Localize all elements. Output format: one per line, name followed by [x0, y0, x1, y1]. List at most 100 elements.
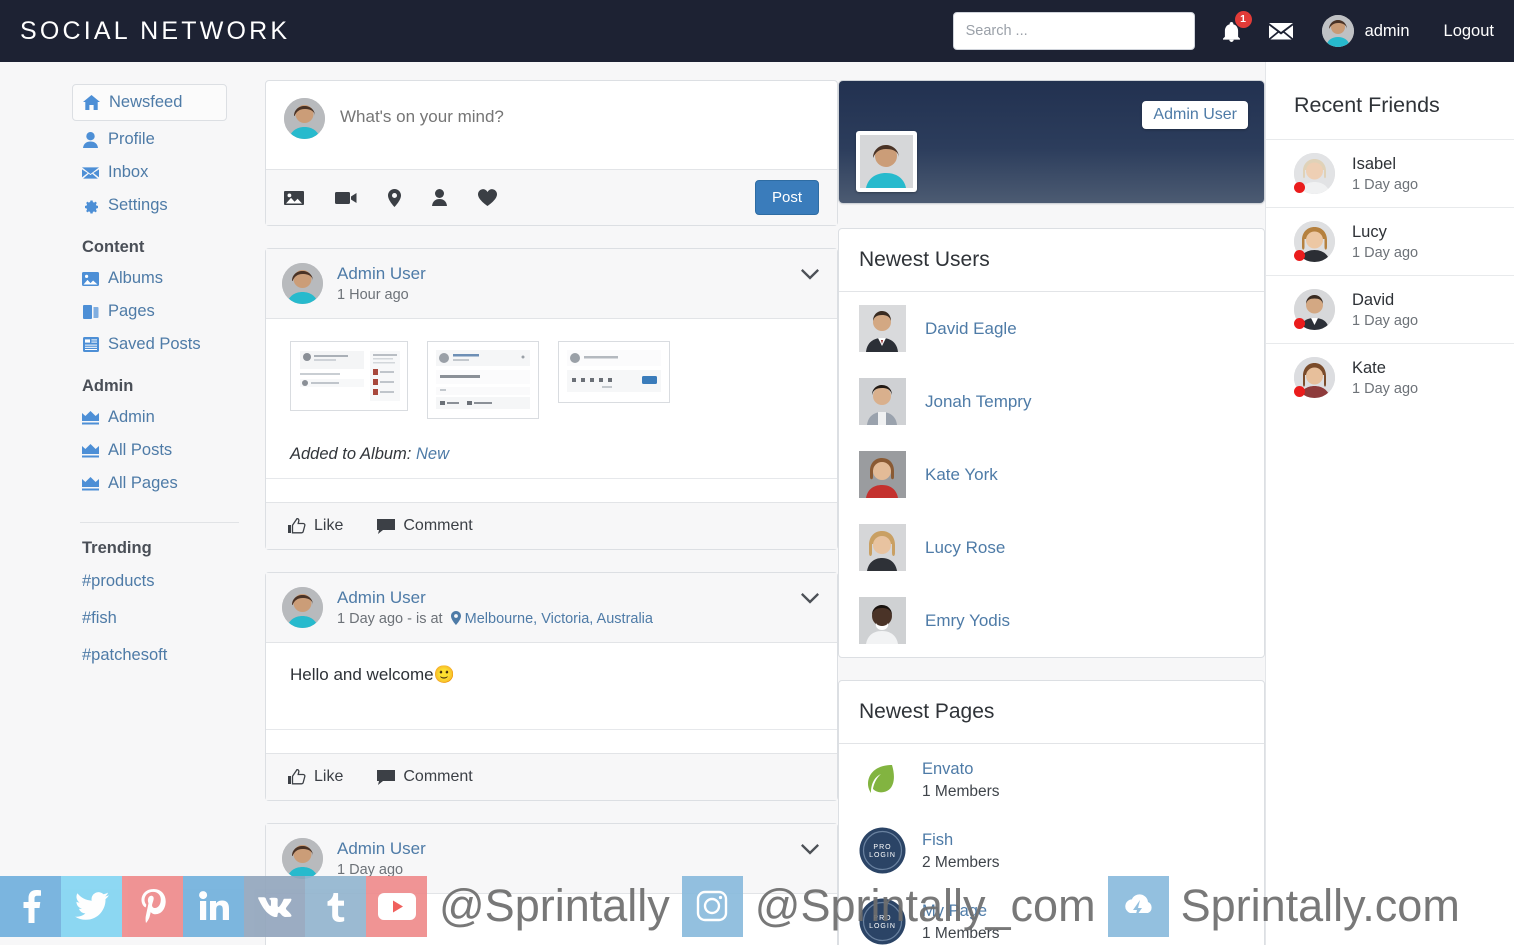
page-name-link[interactable]: Envato [922, 758, 1000, 780]
profile-name-badge[interactable]: Admin User [1142, 101, 1248, 129]
post-actions: Like Comment [266, 753, 837, 800]
notifications-button[interactable]: 1 [1221, 11, 1252, 42]
list-item[interactable]: Emry Yodis [839, 584, 1264, 657]
sidebar-item-all-pages[interactable]: All Pages [80, 467, 240, 500]
header-username[interactable]: admin [1365, 22, 1410, 41]
chevron-down-icon[interactable] [801, 589, 819, 609]
svg-text:PRO: PRO [873, 915, 891, 922]
user-name-link[interactable]: Emry Yodis [925, 611, 1010, 631]
list-item[interactable]: Lucy Rose [839, 511, 1264, 584]
post-timestamp: 1 Day ago - is at Melbourne, Victoria, A… [337, 611, 653, 627]
friend-name[interactable]: David [1352, 291, 1418, 310]
post-author-link[interactable]: Admin User [337, 587, 653, 608]
avatar-image [859, 597, 906, 644]
post-thumbnail[interactable] [427, 341, 539, 419]
svg-text:LOGIN: LOGIN [869, 852, 896, 859]
sidebar-item-newsfeed[interactable]: Newsfeed [72, 84, 227, 121]
trending-tag[interactable]: #fish [80, 600, 240, 637]
comment-button[interactable]: Comment [377, 517, 473, 535]
list-item[interactable]: Lucy 1 Day ago [1266, 207, 1514, 275]
thumbnail-image [294, 345, 404, 407]
list-item[interactable]: Jonah Tempry [839, 365, 1264, 438]
sidebar-item-pages[interactable]: Pages [80, 295, 240, 328]
pro-login-badge: PRO LOGIN [859, 827, 906, 874]
post-divider [266, 729, 837, 753]
chevron-down-icon[interactable] [801, 265, 819, 285]
like-button[interactable]: Like [288, 768, 343, 786]
page-info: Fish 2 Members [922, 829, 1000, 871]
trending-tag[interactable]: #products [80, 563, 240, 600]
profile-avatar[interactable] [856, 131, 917, 192]
user-name-link[interactable]: Kate York [925, 465, 998, 485]
app-brand-logo[interactable]: SOCIAL NETWORK [0, 17, 290, 46]
image-icon[interactable] [284, 190, 304, 206]
comment-button[interactable]: Comment [377, 768, 473, 786]
post-meta: Admin User 1 Day ago [337, 838, 426, 878]
trending-tag[interactable]: #patchesoft [80, 637, 240, 674]
post-card: Admin User 1 Day ago - is at Melbourne, … [265, 572, 838, 801]
list-item[interactable]: PRO LOGIN My Page 1 Members [839, 886, 1264, 945]
user-icon [82, 131, 99, 148]
post-thumbnail[interactable] [290, 341, 408, 411]
newsfeed-column: Post Admin User 1 Hour ago [265, 62, 838, 945]
person-icon[interactable] [432, 189, 447, 206]
video-icon[interactable] [335, 191, 357, 205]
compose-input[interactable] [340, 107, 760, 127]
list-icon [82, 337, 99, 352]
pages-icon [82, 304, 99, 320]
post-location-link[interactable]: Melbourne, Victoria, Australia [465, 611, 653, 627]
post-author-link[interactable]: Admin User [337, 838, 426, 859]
post-text [290, 916, 813, 945]
avatar [859, 378, 906, 425]
sidebar-item-albums[interactable]: Albums [80, 262, 240, 295]
page-name-link[interactable]: Fish [922, 829, 1000, 851]
sidebar-item-profile[interactable]: Profile [80, 123, 240, 156]
sidebar-item-admin[interactable]: Admin [80, 401, 240, 434]
logout-link[interactable]: Logout [1444, 22, 1494, 41]
friend-name[interactable]: Kate [1352, 359, 1418, 378]
user-name-link[interactable]: Jonah Tempry [925, 392, 1031, 412]
post-divider [266, 478, 837, 502]
list-item[interactable]: Isabel 1 Day ago [1266, 139, 1514, 207]
friend-name[interactable]: Lucy [1352, 223, 1418, 242]
list-item[interactable]: PRO LOGIN Fish 2 Members [839, 815, 1264, 886]
sidebar-item-inbox[interactable]: Inbox [80, 156, 240, 189]
list-item[interactable]: Envato 1 Members [839, 744, 1264, 815]
location-icon[interactable] [388, 188, 401, 207]
list-item[interactable]: Kate 1 Day ago [1266, 343, 1514, 411]
avatar [1294, 357, 1335, 398]
friend-timestamp: 1 Day ago [1352, 244, 1419, 261]
page-info: My Page 1 Members [922, 900, 1000, 942]
user-name-link[interactable]: David Eagle [925, 319, 1017, 339]
status-dot-offline [1294, 318, 1305, 329]
post-author-link[interactable]: Admin User [337, 263, 426, 284]
avatar-image [282, 838, 323, 879]
post-thumbnail[interactable] [558, 341, 670, 403]
header-avatar[interactable] [1321, 15, 1354, 47]
messages-button[interactable] [1268, 21, 1294, 41]
middle-column: Admin User Newest Users David Eagle Jona… [838, 62, 1265, 945]
list-item[interactable]: David 1 Day ago [1266, 275, 1514, 343]
crown-icon [82, 476, 99, 491]
post-image-thumbnails [290, 341, 813, 419]
chevron-down-icon[interactable] [801, 840, 819, 860]
top-header-bar: SOCIAL NETWORK 1 admin Logout [0, 0, 1514, 62]
avatar [859, 597, 906, 644]
list-item[interactable]: David Eagle [839, 292, 1264, 365]
avatar [1294, 153, 1335, 194]
friend-name[interactable]: Isabel [1352, 155, 1418, 174]
sidebar-item-all-posts[interactable]: All Posts [80, 434, 240, 467]
trending-section: Trending #products #fish #patchesoft [0, 523, 265, 674]
post-button[interactable]: Post [754, 180, 819, 215]
album-link[interactable]: New [416, 445, 449, 463]
like-button[interactable]: Like [288, 517, 343, 535]
page-body: Newsfeed Profile Inbox Settings Content … [0, 62, 1514, 945]
sidebar-item-saved-posts[interactable]: Saved Posts [80, 328, 240, 361]
list-item[interactable]: Kate York [839, 438, 1264, 511]
comment-icon [377, 769, 396, 785]
sidebar-item-settings[interactable]: Settings [80, 189, 240, 222]
search-input[interactable] [952, 12, 1195, 50]
heart-icon[interactable] [478, 189, 497, 206]
page-name-link[interactable]: My Page [922, 900, 1000, 922]
user-name-link[interactable]: Lucy Rose [925, 538, 1005, 558]
